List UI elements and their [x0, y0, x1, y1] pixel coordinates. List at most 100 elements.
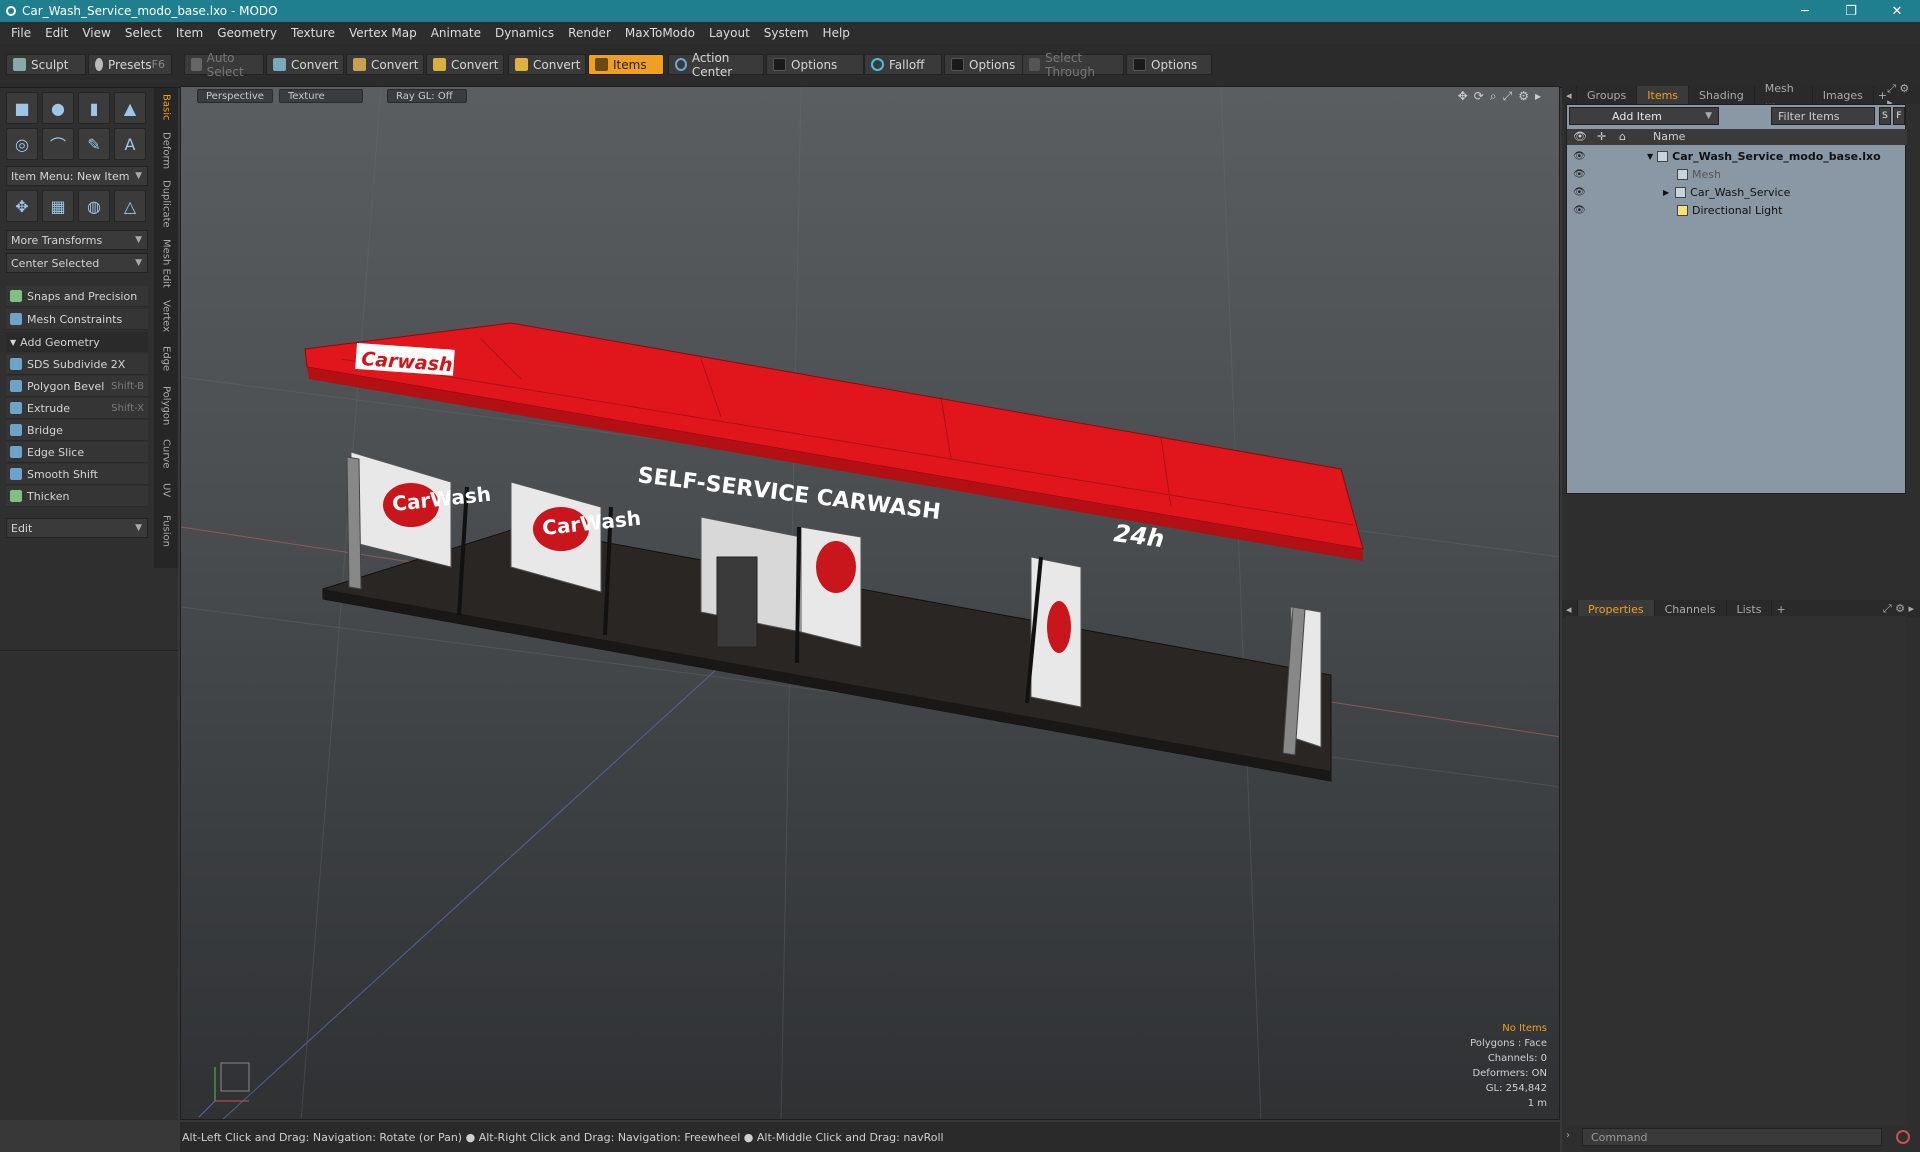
select-options-button[interactable]: Options — [1126, 54, 1212, 75]
falloff-options-button[interactable]: Options — [944, 54, 1026, 75]
cube-primitive-icon[interactable]: ■ — [6, 92, 38, 124]
menu-help[interactable]: Help — [816, 26, 857, 40]
expand-triangle-icon[interactable]: ▶ — [1663, 188, 1669, 197]
menu-file[interactable]: File — [4, 26, 38, 40]
pan-icon[interactable]: ✥ — [1458, 89, 1468, 104]
tab-shading[interactable]: Shading — [1689, 86, 1755, 104]
rotate-icon[interactable]: ⟳ — [1474, 89, 1484, 104]
command-input[interactable]: Command — [1582, 1128, 1882, 1146]
fit-icon[interactable]: ⤢ — [1503, 89, 1513, 104]
smooth-shift-button[interactable]: Smooth Shift — [6, 464, 148, 485]
capsule-primitive-icon[interactable]: ⌒ — [42, 128, 74, 160]
pyramid-icon[interactable]: △ — [114, 190, 146, 222]
tab-images[interactable]: Images — [1813, 86, 1874, 104]
tab-items[interactable]: Items — [1637, 86, 1690, 104]
menu-system[interactable]: System — [757, 26, 816, 40]
command-expand-icon[interactable]: › — [1566, 1130, 1570, 1141]
convert-vertices-button[interactable]: Convert — [266, 54, 344, 75]
expand-triangle-icon[interactable]: ▼ — [1647, 152, 1653, 161]
search-options-button[interactable]: S — [1879, 107, 1891, 125]
torus-primitive-icon[interactable]: ◎ — [6, 128, 38, 160]
items-mode-button[interactable]: Items — [588, 54, 664, 75]
grid-icon[interactable]: ▦ — [42, 190, 74, 222]
tab-deform[interactable]: Deform — [157, 128, 175, 174]
sds-subdivide-button[interactable]: SDS Subdivide 2X — [6, 354, 148, 375]
visibility-eye-icon[interactable]: 👁 — [1573, 151, 1586, 162]
close-button[interactable]: ✕ — [1874, 4, 1920, 19]
thicken-button[interactable]: Thicken — [6, 486, 148, 507]
record-icon[interactable] — [1896, 1130, 1910, 1144]
filter-items-input[interactable]: Filter Items — [1771, 107, 1875, 125]
tab-basic[interactable]: Basic — [157, 88, 175, 126]
filter-options-button[interactable]: F — [1893, 107, 1905, 125]
convert-polygons-button[interactable]: Convert — [426, 54, 504, 75]
pen-tool-icon[interactable]: ✎ — [78, 128, 110, 160]
select-through-button[interactable]: Select Through — [1022, 51, 1124, 79]
shading-texture[interactable]: Texture — [279, 89, 363, 103]
minimize-button[interactable]: ─ — [1782, 4, 1828, 19]
viewport-gear-icon[interactable]: ⚙ — [1518, 89, 1529, 104]
panel-collapse-icon[interactable]: ◂ — [1562, 86, 1578, 104]
view-type-perspective[interactable]: Perspective — [197, 89, 273, 103]
cone-primitive-icon[interactable]: ▲ — [114, 92, 146, 124]
menu-dynamics[interactable]: Dynamics — [488, 26, 561, 40]
zoom-icon[interactable]: ⌕ — [1490, 89, 1497, 104]
tab-duplicate[interactable]: Duplicate — [157, 176, 175, 232]
menu-select[interactable]: Select — [118, 26, 169, 40]
more-transforms-dropdown[interactable]: More Transforms ▼ — [6, 230, 148, 250]
menu-layout[interactable]: Layout — [702, 26, 757, 40]
add-item-dropdown[interactable]: Add Item ▼ — [1569, 107, 1719, 125]
tree-row-directional-light[interactable]: 👁 Directional Light — [1567, 201, 1907, 219]
tab-curve[interactable]: Curve — [157, 434, 175, 474]
sculpt-button[interactable]: Sculpt — [6, 54, 86, 75]
menu-animate[interactable]: Animate — [424, 26, 488, 40]
convert-items-button[interactable]: Convert — [508, 54, 586, 75]
transform-gizmo-icon[interactable]: ✥ — [6, 190, 38, 222]
tab-edge[interactable]: Edge — [157, 340, 175, 378]
item-menu-dropdown[interactable]: Item Menu: New Item ▼ — [6, 166, 148, 186]
extrude-button[interactable]: Extrude Shift-X — [6, 398, 148, 419]
add-geometry-header[interactable]: ▼ Add Geometry — [6, 332, 148, 352]
menu-item[interactable]: Item — [169, 26, 210, 40]
add-tab-icon[interactable]: + — [1776, 603, 1785, 616]
menu-geometry[interactable]: Geometry — [210, 26, 284, 40]
falloff-button[interactable]: Falloff — [864, 54, 942, 75]
visibility-eye-icon[interactable]: 👁 — [1573, 187, 1586, 198]
tab-uv[interactable]: UV — [157, 476, 175, 504]
cylinder-primitive-icon[interactable]: ▮ — [78, 92, 110, 124]
menu-view[interactable]: View — [75, 26, 117, 40]
3d-viewport[interactable]: CarWash CarWash Carwash SELF-SERVICE CAR… — [180, 86, 1560, 1120]
viewport-menu-icon[interactable]: ▸ — [1535, 89, 1541, 104]
convert-edges-button[interactable]: Convert — [346, 54, 424, 75]
menu-maxtomodo[interactable]: MaxToModo — [618, 26, 702, 40]
tree-row-scene[interactable]: 👁 ▼ Car_Wash_Service_modo_base.lxo — [1567, 147, 1907, 165]
menu-vertex-map[interactable]: Vertex Map — [342, 26, 424, 40]
edge-slice-button[interactable]: Edge Slice — [6, 442, 148, 463]
tab-mesh-edit[interactable]: Mesh Edit — [157, 234, 175, 292]
name-column-header[interactable]: Name — [1653, 130, 1685, 143]
tab-polygon[interactable]: Polygon — [157, 380, 175, 432]
tab-fusion[interactable]: Fusion — [157, 506, 175, 556]
edit-dropdown[interactable]: Edit ▼ — [6, 518, 148, 538]
tab-vertex[interactable]: Vertex — [157, 294, 175, 338]
center-selected-dropdown[interactable]: Center Selected ▼ — [6, 253, 148, 273]
mesh-constraints-button[interactable]: Mesh Constraints — [6, 309, 148, 330]
tab-mesh[interactable]: Mesh ... — [1755, 82, 1813, 108]
sphere-primitive-icon[interactable]: ● — [42, 92, 74, 124]
menu-texture[interactable]: Texture — [284, 26, 342, 40]
tree-row-car-wash-service[interactable]: 👁 ▶ Car_Wash_Service — [1567, 183, 1907, 201]
panel-options-icon[interactable]: ⤢ ⚙ ▸ — [1883, 602, 1914, 616]
auto-select-button[interactable]: Auto Select — [184, 51, 264, 79]
action-center-button[interactable]: Action Center — [668, 51, 764, 79]
menu-edit[interactable]: Edit — [38, 26, 75, 40]
action-center-options-button[interactable]: Options — [766, 54, 864, 75]
raygl-toggle[interactable]: Ray GL: Off — [387, 89, 467, 103]
menu-render[interactable]: Render — [561, 26, 618, 40]
visibility-eye-icon[interactable]: 👁 — [1573, 169, 1586, 180]
presets-button[interactable]: Presets F6 — [88, 54, 172, 75]
polygon-bevel-button[interactable]: Polygon Bevel Shift-B — [6, 376, 148, 397]
globe-icon[interactable]: ◍ — [78, 190, 110, 222]
text-tool-icon[interactable]: A — [114, 128, 146, 160]
snaps-precision-button[interactable]: Snaps and Precision — [6, 286, 148, 307]
add-tab-icon[interactable]: + — [1878, 89, 1887, 102]
